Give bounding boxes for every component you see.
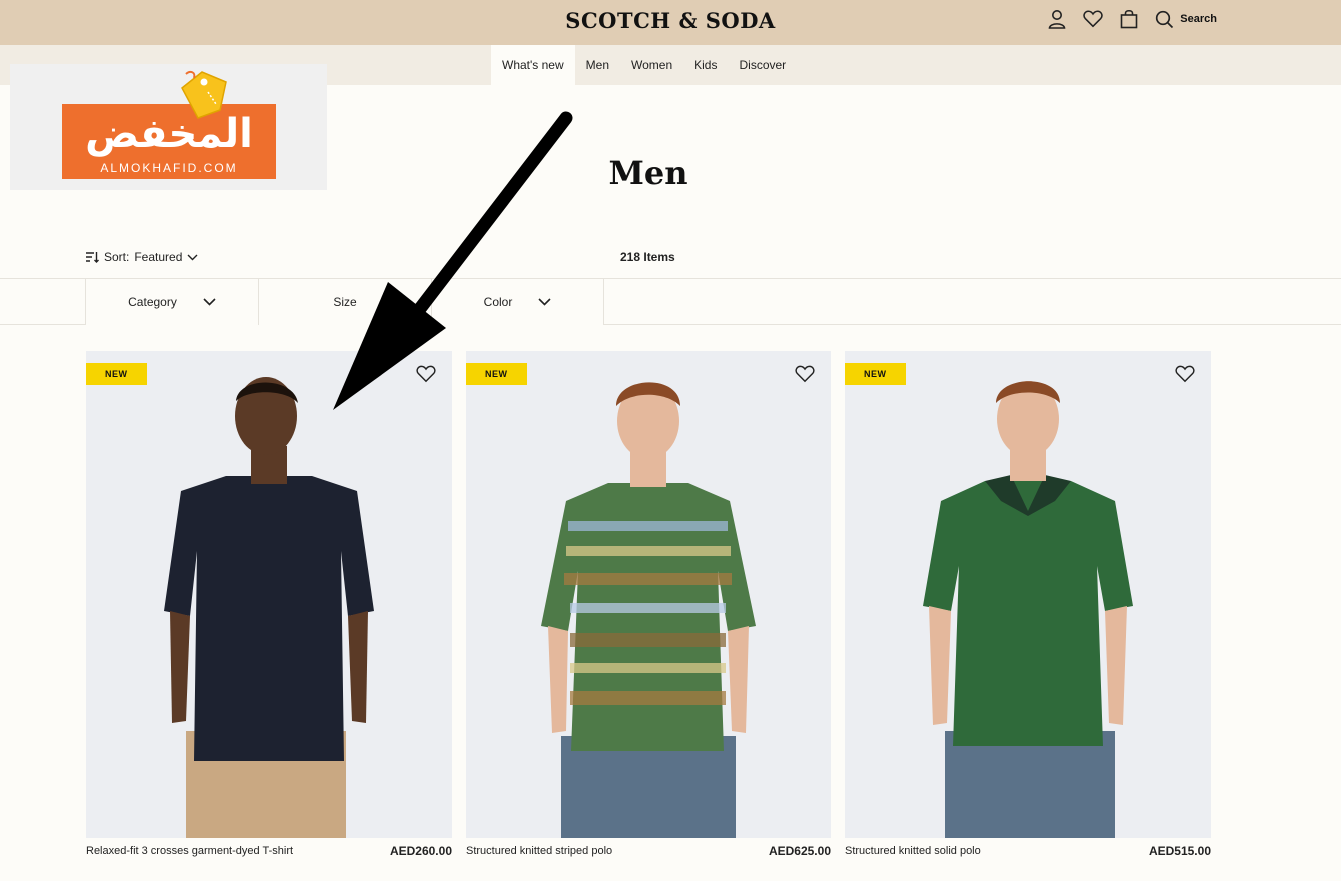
account-icon[interactable] — [1047, 8, 1067, 30]
sort-value: Featured — [134, 250, 183, 264]
search-icon — [1156, 10, 1174, 28]
product-card[interactable]: NEW Structured knitted striped polo AED6… — [466, 351, 831, 866]
filter-label: Size — [333, 295, 357, 309]
chevron-down-icon — [187, 254, 198, 260]
model-illustration — [164, 377, 374, 838]
product-price: AED260.00 — [389, 844, 452, 858]
product-image[interactable]: NEW — [86, 351, 452, 838]
filter-bar: Category Size Color — [85, 279, 604, 325]
search-button[interactable]: Search — [1155, 10, 1217, 29]
nav-discover[interactable]: Discover — [728, 45, 797, 85]
model-illustration — [923, 381, 1133, 838]
filter-color[interactable]: Color — [431, 279, 604, 325]
product-price: AED515.00 — [1148, 844, 1211, 858]
search-label: Search — [1180, 13, 1217, 25]
page-title: Men — [608, 154, 688, 192]
top-header: SCOTCH & SODA Search — [0, 0, 1341, 45]
filter-size[interactable]: Size — [258, 279, 431, 325]
product-image[interactable]: NEW — [845, 351, 1211, 838]
header-actions: Search — [1047, 8, 1217, 30]
chevron-down-icon — [203, 298, 216, 306]
wishlist-heart-icon[interactable] — [1175, 365, 1195, 388]
item-count: 218 Items — [620, 250, 675, 264]
price-tag-icon — [181, 70, 227, 119]
chevron-down-icon — [538, 298, 551, 306]
product-name[interactable]: Structured knitted striped polo — [466, 844, 686, 874]
nav-kids[interactable]: Kids — [683, 45, 728, 85]
wishlist-icon[interactable] — [1083, 8, 1103, 30]
model-illustration — [541, 382, 756, 838]
sort-label: Sort: — [104, 250, 130, 264]
sort-icon — [86, 252, 99, 263]
new-badge: NEW — [466, 363, 527, 385]
wishlist-heart-icon[interactable] — [416, 365, 436, 388]
product-card[interactable]: NEW Relaxed-fit 3 crosses garment-dyed T… — [86, 351, 452, 866]
nav-men[interactable]: Men — [575, 45, 620, 85]
new-badge: NEW — [86, 363, 147, 385]
filter-label: Color — [483, 295, 513, 309]
wishlist-heart-icon[interactable] — [795, 365, 815, 388]
product-image[interactable]: NEW — [466, 351, 831, 838]
product-name[interactable]: Relaxed-fit 3 crosses garment-dyed T-shi… — [86, 844, 306, 874]
bag-icon[interactable] — [1119, 8, 1139, 30]
nav-whats-new[interactable]: What's new — [491, 45, 575, 85]
nav-women[interactable]: Women — [620, 45, 683, 85]
new-badge: NEW — [845, 363, 906, 385]
filter-category[interactable]: Category — [85, 279, 258, 325]
watermark-latin-text: ALMOKHAFID.COM — [100, 161, 238, 175]
product-price: AED625.00 — [768, 844, 831, 858]
filter-label: Category — [128, 295, 177, 309]
product-card[interactable]: NEW Structured knitted solid polo AED515… — [845, 351, 1211, 866]
product-name[interactable]: Structured knitted solid polo — [845, 844, 1065, 874]
sort-dropdown[interactable]: Sort: Featured — [86, 250, 198, 264]
